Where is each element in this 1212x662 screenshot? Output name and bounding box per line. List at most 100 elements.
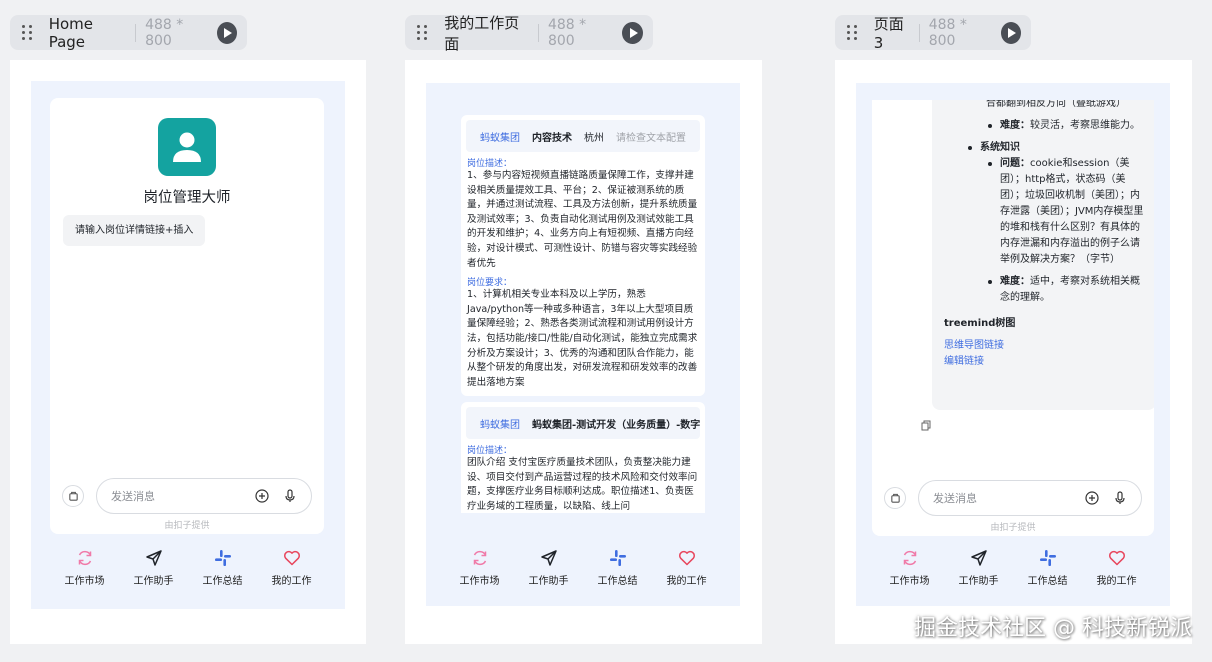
frame-page3: 合都翻到相反方向（叠纸游戏） 难度：较灵活，考察思维能力。 系统知识 问题：co… — [835, 60, 1192, 644]
job-dept: 内容技术 — [532, 132, 572, 144]
mindmap-link[interactable]: 思维导图链接 — [944, 338, 1144, 354]
job-city: 杭州 — [584, 132, 604, 144]
message-placeholder: 发送消息 — [933, 492, 977, 505]
slack-icon — [609, 550, 626, 566]
watermark: 掘金技术社区 @ 科技新锐派 — [914, 616, 1192, 641]
tab-label: 工作总结 — [1027, 576, 1068, 587]
tab-bar: 工作市场 工作助手 工作总结 我的工作 — [445, 549, 721, 587]
chat-card: 合都翻到相反方向（叠纸游戏） 难度：较灵活，考察思维能力。 系统知识 问题：co… — [872, 100, 1154, 536]
job-company: 蚂蚁集团 — [480, 419, 520, 431]
message-line: 合都翻到相反方向（叠纸游戏） — [986, 100, 1126, 109]
attach-button[interactable] — [62, 485, 84, 507]
message-input[interactable]: 发送消息 — [918, 480, 1142, 516]
tab-my-work[interactable]: 我的工作 — [654, 549, 720, 587]
frame-work: 蚂蚁集团 内容技术 杭州 请检查文本配置 岗位描述： 1、参与内容短视频直播链路… — [405, 60, 762, 644]
microphone-icon[interactable] — [1113, 491, 1127, 505]
heart-icon — [1108, 550, 1125, 566]
microphone-icon[interactable] — [283, 489, 297, 503]
job-req-label: 岗位要求： — [467, 278, 513, 289]
job-company: 蚂蚁集团 — [480, 132, 520, 144]
tab-work-summary[interactable]: 工作总结 — [190, 549, 256, 587]
play-icon[interactable] — [217, 21, 238, 44]
message-input[interactable]: 发送消息 — [96, 478, 312, 514]
heart-icon — [678, 550, 695, 566]
job-desc: 1、参与内容短视频直播链路质量保障工作，支撑并建设相关质量提效工具、平台；2、保… — [467, 170, 698, 269]
drag-handle-icon[interactable] — [847, 25, 860, 41]
drag-handle-icon[interactable] — [417, 25, 430, 41]
tab-label: 我的工作 — [1096, 576, 1137, 587]
tab-label: 工作助手 — [958, 576, 999, 587]
frame-header-home[interactable]: Home Page 488 * 800 — [10, 14, 247, 51]
copy-icon[interactable] — [921, 420, 931, 431]
drag-handle-icon[interactable] — [22, 25, 35, 41]
refresh-icon — [473, 550, 486, 566]
provided-by: 由扣子提供 — [990, 523, 1036, 533]
edit-link[interactable]: 编辑链接 — [944, 354, 1144, 370]
app-stage: 合都翻到相反方向（叠纸游戏） 难度：较灵活，考察思维能力。 系统知识 问题：co… — [856, 83, 1170, 606]
input-row: 发送消息 — [62, 478, 312, 514]
tab-bar: 工作市场 工作助手 工作总结 我的工作 — [50, 549, 326, 587]
chat-card: 岗位管理大师 请输入岗位详情链接+插入 发送消息 — [50, 98, 324, 534]
pin-icon — [890, 493, 900, 503]
tab-bar: 工作市场 工作助手 工作总结 我的工作 — [875, 549, 1151, 587]
job-card-header: 蚂蚁集团 内容技术 杭州 请检查文本配置 — [466, 120, 700, 152]
refresh-icon — [78, 550, 91, 566]
tab-work-summary[interactable]: 工作总结 — [585, 549, 651, 587]
tab-label: 我的工作 — [271, 576, 312, 587]
tab-work-assistant[interactable]: 工作助手 — [946, 549, 1012, 587]
provided-by: 由扣子提供 — [164, 521, 210, 531]
input-row: 发送消息 — [884, 480, 1142, 516]
job-card-header: 蚂蚁集团 蚂蚁集团-测试开发（业务质量）-数字 — [466, 407, 700, 439]
add-icon[interactable] — [255, 489, 269, 503]
bot-message: 合都翻到相反方向（叠纸游戏） 难度：较灵活，考察思维能力。 系统知识 问题：co… — [932, 100, 1154, 410]
bot-name: 岗位管理大师 — [143, 190, 231, 206]
tab-work-assistant[interactable]: 工作助手 — [516, 549, 582, 587]
job-desc-label: 岗位描述： — [467, 446, 513, 456]
tab-my-work[interactable]: 我的工作 — [1084, 549, 1150, 587]
job-list[interactable]: 蚂蚁集团 内容技术 杭州 请检查文本配置 岗位描述： 1、参与内容短视频直播链路… — [426, 83, 740, 513]
job-req: 1、计算机相关专业本科及以上学历，熟悉Java/python等一种或多种语言，3… — [467, 289, 698, 388]
tab-label: 工作总结 — [597, 576, 638, 587]
frame-size: 488 * 800 — [928, 16, 967, 49]
frame-title: 页面3 — [873, 15, 904, 52]
question-item: 问题：cookie和session（美团）；http格式，状态码（美团）；垃圾回… — [986, 156, 1144, 268]
frame-size: 488 * 800 — [145, 16, 184, 49]
slack-icon — [214, 550, 231, 566]
job-card[interactable]: 蚂蚁集团 蚂蚁集团-测试开发（业务质量）-数字 岗位描述： 团队介绍 支付宝医疗… — [461, 402, 705, 513]
job-dept: 蚂蚁集团-测试开发（业务质量）-数字 — [532, 419, 700, 431]
tab-job-market[interactable]: 工作市场 — [877, 549, 943, 587]
send-icon — [970, 550, 987, 566]
play-icon[interactable] — [622, 21, 643, 44]
frame-title: 我的工作页面 — [444, 13, 520, 53]
tab-job-market[interactable]: 工作市场 — [447, 549, 513, 587]
tab-work-assistant[interactable]: 工作助手 — [121, 549, 187, 587]
tab-job-market[interactable]: 工作市场 — [52, 549, 118, 587]
add-icon[interactable] — [1085, 491, 1099, 505]
tab-label: 工作总结 — [202, 576, 243, 587]
tree-title: treemind树图 — [944, 318, 1016, 329]
job-desc-label: 岗位描述： — [467, 159, 513, 169]
user-icon — [173, 132, 201, 162]
difficulty-item: 难度：较灵活，考察思维能力。 — [986, 118, 1144, 134]
frame-header-page3[interactable]: 页面3 488 * 800 — [835, 15, 1031, 52]
job-desc: 团队介绍 支付宝医疗质量技术团队，负责整决能力建设、项目交付到产品运营过程的技术… — [467, 457, 698, 512]
frame-header-work[interactable]: 我的工作页面 488 * 800 — [405, 14, 653, 53]
job-extra: 请检查文本配置 — [616, 132, 686, 144]
pin-icon — [68, 491, 78, 501]
tab-label: 工作市场 — [459, 576, 500, 587]
tab-my-work[interactable]: 我的工作 — [259, 549, 325, 587]
section-item: 系统知识 — [966, 140, 1144, 156]
tab-work-summary[interactable]: 工作总结 — [1015, 549, 1081, 587]
tab-label: 我的工作 — [666, 576, 707, 587]
job-card[interactable]: 蚂蚁集团 内容技术 杭州 请检查文本配置 岗位描述： 1、参与内容短视频直播链路… — [461, 115, 705, 396]
message-placeholder: 发送消息 — [111, 490, 155, 503]
app-stage: 蚂蚁集团 内容技术 杭州 请检查文本配置 岗位描述： 1、参与内容短视频直播链路… — [426, 83, 740, 606]
tab-label: 工作市场 — [889, 576, 930, 587]
play-icon[interactable] — [1000, 21, 1021, 44]
frame-home: 岗位管理大师 请输入岗位详情链接+插入 发送消息 由扣子提供 工作市场 工作助手… — [10, 60, 366, 644]
app-stage: 岗位管理大师 请输入岗位详情链接+插入 发送消息 由扣子提供 工作市场 工作助手… — [31, 81, 345, 609]
suggestion-chip[interactable]: 请输入岗位详情链接+插入 — [63, 215, 206, 246]
frame-title: Home Page — [48, 14, 93, 51]
attach-button[interactable] — [884, 487, 906, 509]
refresh-icon — [903, 550, 916, 566]
